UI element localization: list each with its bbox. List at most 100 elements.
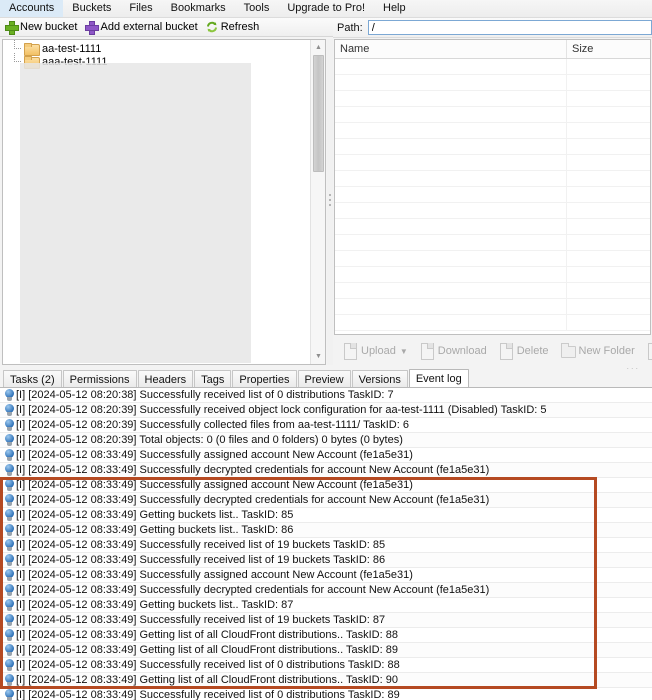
event-log-row[interactable]: [I] [2024-05-12 08:33:49] Getting list o… [0, 643, 652, 658]
tab-properties[interactable]: Properties [232, 370, 296, 387]
event-log-row[interactable]: [I] [2024-05-12 08:20:38] Successfully r… [0, 388, 652, 403]
tree-vertical-scrollbar[interactable]: ▲ ▼ [310, 40, 325, 364]
info-bulb-icon [4, 659, 15, 671]
event-log-text: [I] [2024-05-12 08:33:49] Successfully r… [16, 539, 385, 552]
scrollbar-thumb[interactable] [313, 55, 324, 172]
event-log-row[interactable]: [I] [2024-05-12 08:33:49] Successfully r… [0, 658, 652, 673]
chevron-down-icon[interactable]: ▼ [400, 347, 408, 356]
refresh-buckets-label: Refresh [221, 21, 260, 33]
column-header-size[interactable]: Size [567, 40, 650, 58]
event-log-row[interactable]: [I] [2024-05-12 08:33:49] Successfully d… [0, 583, 652, 598]
path-bar: Path: [333, 18, 652, 38]
event-log-text: [I] [2024-05-12 08:33:49] Successfully d… [16, 494, 489, 507]
info-bulb-icon [4, 449, 15, 461]
tab-tasks[interactable]: Tasks (2) [3, 370, 62, 387]
folder-icon [24, 43, 38, 54]
file-row-empty [335, 91, 650, 107]
upload-button[interactable]: Upload ▼ [338, 340, 412, 362]
tree-overlay-region [20, 63, 251, 363]
tab-event-log[interactable]: Event log [409, 369, 469, 387]
bucket-tree-panel[interactable]: aa-test-1111 aaa-test-1111 ▲ ▼ [2, 39, 326, 365]
new-bucket-button[interactable]: New bucket [3, 20, 83, 34]
panel-splitter[interactable] [327, 39, 333, 365]
event-log-row[interactable]: [I] [2024-05-12 08:33:49] Successfully d… [0, 463, 652, 478]
event-log-text: [I] [2024-05-12 08:33:49] Successfully a… [16, 479, 413, 492]
upload-label: Upload [361, 345, 396, 357]
file-row-empty [335, 283, 650, 299]
scroll-down-arrow-icon[interactable]: ▼ [311, 349, 326, 364]
tree-item-aa-test-1111[interactable]: aa-test-1111 [3, 42, 325, 55]
event-log-row[interactable]: [I] [2024-05-12 08:33:49] Successfully a… [0, 568, 652, 583]
file-list-body[interactable] [335, 59, 650, 331]
file-list-panel[interactable]: Name Size [334, 39, 651, 335]
refresh-files-button[interactable]: Refresh [642, 340, 652, 362]
event-log-row[interactable]: [I] [2024-05-12 08:33:49] Successfully a… [0, 478, 652, 493]
menu-item-bookmarks[interactable]: Bookmarks [162, 0, 235, 17]
event-log-row[interactable]: [I] [2024-05-12 08:33:49] Getting bucket… [0, 598, 652, 613]
event-log-row[interactable]: [I] [2024-05-12 08:20:39] Total objects:… [0, 433, 652, 448]
scroll-up-arrow-icon[interactable]: ▲ [311, 40, 326, 55]
new-folder-label: New Folder [579, 345, 635, 357]
tab-permissions[interactable]: Permissions [63, 370, 137, 387]
event-log-text: [I] [2024-05-12 08:33:49] Successfully r… [16, 659, 400, 672]
event-log-text: [I] [2024-05-12 08:33:49] Successfully d… [16, 584, 489, 597]
menu-item-files[interactable]: Files [120, 0, 161, 17]
event-log-row[interactable]: [I] [2024-05-12 08:33:49] Successfully a… [0, 448, 652, 463]
event-log-row[interactable]: [I] [2024-05-12 08:33:49] Successfully r… [0, 538, 652, 553]
path-label: Path: [337, 22, 363, 34]
event-log-row[interactable]: [I] [2024-05-12 08:33:49] Successfully d… [0, 493, 652, 508]
menu-item-help[interactable]: Help [374, 0, 415, 17]
info-bulb-icon [4, 689, 15, 700]
info-bulb-icon [4, 569, 15, 581]
menu-item-buckets[interactable]: Buckets [63, 0, 120, 17]
download-button[interactable]: Download [415, 340, 491, 362]
event-log-row[interactable]: [I] [2024-05-12 08:20:39] Successfully r… [0, 403, 652, 418]
menu-item-tools[interactable]: Tools [235, 0, 279, 17]
event-log-row[interactable]: [I] [2024-05-12 08:33:49] Getting bucket… [0, 508, 652, 523]
tab-versions[interactable]: Versions [352, 370, 408, 387]
new-folder-icon [560, 342, 576, 360]
event-log-row[interactable]: [I] [2024-05-12 08:33:49] Successfully r… [0, 553, 652, 568]
event-log-text: [I] [2024-05-12 08:20:39] Total objects:… [16, 434, 403, 447]
menu-bar: Accounts Buckets Files Bookmarks Tools U… [0, 0, 652, 18]
event-log-text: [I] [2024-05-12 08:33:49] Getting bucket… [16, 524, 293, 537]
event-log-row[interactable]: [I] [2024-05-12 08:33:49] Successfully r… [0, 688, 652, 700]
column-header-name[interactable]: Name [335, 40, 567, 58]
event-log-text: [I] [2024-05-12 08:33:49] Getting list o… [16, 674, 398, 687]
new-folder-button[interactable]: New Folder [556, 340, 639, 362]
event-log-text: [I] [2024-05-12 08:33:49] Getting bucket… [16, 509, 293, 522]
event-log-row[interactable]: [I] [2024-05-12 08:33:49] Getting list o… [0, 673, 652, 688]
event-log-text: [I] [2024-05-12 08:33:49] Successfully r… [16, 554, 385, 567]
menu-item-upgrade-to-pro[interactable]: Upgrade to Pro! [278, 0, 374, 17]
event-log-list[interactable]: [I] [2024-05-12 08:20:38] Successfully r… [0, 388, 652, 700]
tab-preview[interactable]: Preview [298, 370, 351, 387]
info-bulb-icon [4, 614, 15, 626]
event-log-text: [I] [2024-05-12 08:33:49] Successfully d… [16, 464, 489, 477]
info-bulb-icon [4, 539, 15, 551]
info-bulb-icon [4, 494, 15, 506]
info-bulb-icon [4, 554, 15, 566]
info-bulb-icon [4, 389, 15, 401]
event-log-row[interactable]: [I] [2024-05-12 08:20:39] Successfully c… [0, 418, 652, 433]
add-external-bucket-button[interactable]: Add external bucket [83, 20, 203, 34]
menu-item-accounts[interactable]: Accounts [0, 0, 63, 17]
event-log-text: [I] [2024-05-12 08:33:49] Successfully r… [16, 689, 400, 700]
event-log-row[interactable]: [I] [2024-05-12 08:33:49] Getting bucket… [0, 523, 652, 538]
file-row-empty [335, 235, 650, 251]
tab-tags[interactable]: Tags [194, 370, 231, 387]
refresh-icon [646, 342, 652, 360]
path-input[interactable] [368, 20, 652, 35]
event-log-row[interactable]: [I] [2024-05-12 08:33:49] Getting list o… [0, 628, 652, 643]
event-log-text: [I] [2024-05-12 08:33:49] Successfully a… [16, 449, 413, 462]
file-row-empty [335, 299, 650, 315]
file-row-empty [335, 251, 650, 267]
download-label: Download [438, 345, 487, 357]
event-log-row[interactable]: [I] [2024-05-12 08:33:49] Successfully r… [0, 613, 652, 628]
upload-icon [342, 342, 358, 360]
refresh-buckets-button[interactable]: Refresh [204, 20, 266, 34]
tab-headers[interactable]: Headers [138, 370, 194, 387]
tree-branch-icon [11, 42, 24, 55]
delete-button[interactable]: Delete [494, 340, 553, 362]
event-log-text: [I] [2024-05-12 08:33:49] Successfully a… [16, 569, 413, 582]
file-list-header: Name Size [335, 40, 650, 59]
